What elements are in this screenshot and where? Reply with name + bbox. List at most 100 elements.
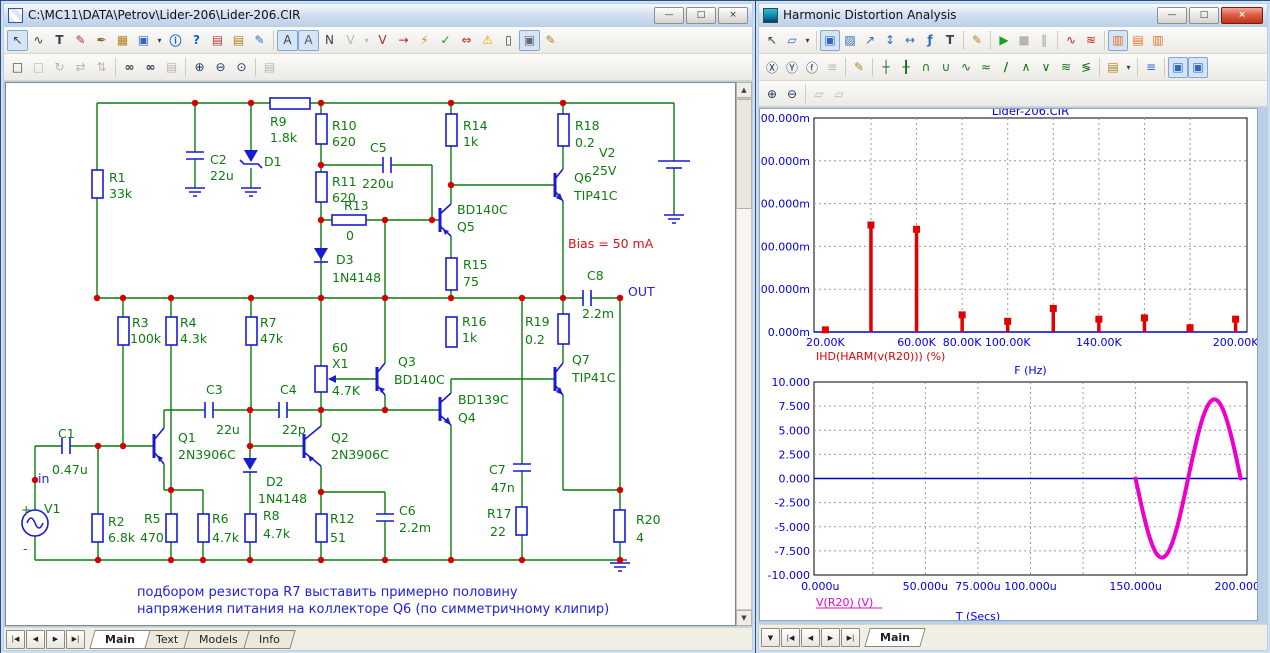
valley-icon[interactable]: ∪: [936, 57, 956, 78]
vertical-tag-mode-icon[interactable]: ↕: [880, 30, 900, 51]
scroll-up-button[interactable]: ▲: [736, 82, 752, 98]
animate-ramp-icon[interactable]: ∿: [1061, 30, 1081, 51]
rotate-icon[interactable]: ↻: [49, 57, 70, 78]
flag-mode-icon[interactable]: ✒: [91, 30, 112, 51]
zoom-out-icon[interactable]: ⊖: [210, 57, 231, 78]
restore-button[interactable]: □: [686, 6, 716, 24]
next-page-button[interactable]: ▶: [46, 629, 65, 649]
zoom-out-icon[interactable]: ⊖: [782, 83, 802, 104]
analysis-limits-icon[interactable]: ✎: [849, 57, 869, 78]
find-icon[interactable]: ∞: [119, 57, 140, 78]
run-button-icon[interactable]: ▶: [994, 30, 1014, 51]
data-points-toggle-icon[interactable]: ▥: [1108, 29, 1128, 51]
plot-area[interactable]: Lider-206.CIR 500.000m 400.000m 300.000m 200…: [754, 104, 1267, 623]
text-mode-icon[interactable]: T: [940, 30, 960, 51]
find-next-icon[interactable]: ∞: [140, 57, 161, 78]
page-dropdown-button[interactable]: ▼: [761, 628, 780, 647]
wire-mode-icon[interactable]: ∿: [28, 30, 49, 51]
tile-windows-icon[interactable]: ▱: [829, 83, 849, 104]
smooth-icon[interactable]: ≈: [976, 57, 996, 78]
same-scales-icon[interactable]: ≡: [822, 57, 842, 78]
y-axis-settings-icon[interactable]: Ⓨ: [782, 57, 802, 78]
sheet-tab[interactable]: Main: [89, 629, 151, 649]
goto-flag-icon[interactable]: ▤: [161, 57, 182, 78]
local-min-icon[interactable]: ∨: [1036, 57, 1056, 78]
pause-button-icon[interactable]: ‖: [1034, 30, 1054, 51]
shape-select-icon[interactable]: □: [28, 57, 49, 78]
token-toggle-icon[interactable]: ▤: [1128, 30, 1148, 51]
zoom-in-icon[interactable]: ⊕: [762, 83, 782, 104]
select-area-icon[interactable]: □: [7, 57, 28, 78]
shapes-dropdown-icon[interactable]: ▾: [802, 30, 813, 51]
plot-tab[interactable]: Main: [864, 628, 926, 647]
text-mode-icon[interactable]: T: [49, 30, 70, 51]
last-page-button[interactable]: ▶|: [841, 628, 860, 647]
animate-wait-icon[interactable]: ≋: [1081, 30, 1101, 51]
schematic-canvas[interactable]: R1 33k C2 22u D1 R9 1.8k R10 620 C5 220u R11 620 R13 0…: [5, 82, 736, 626]
condition-toggle-icon[interactable]: ✓: [435, 30, 456, 51]
prev-page-button[interactable]: ◀: [26, 629, 45, 649]
minimize-button[interactable]: —: [1157, 6, 1187, 24]
analysis-window-titlebar[interactable]: Harmonic Distortion Analysis — □ ×: [759, 4, 1267, 26]
cursor-mode-icon[interactable]: ▨: [840, 30, 860, 51]
align-cursors-toggle-icon[interactable]: ▣: [1168, 56, 1188, 78]
graphics-mode-icon[interactable]: ✎: [70, 30, 91, 51]
region-enable-mode-icon[interactable]: ▤: [228, 30, 249, 51]
flip-horizontal-icon[interactable]: ⇄: [70, 57, 91, 78]
zoom-in-icon[interactable]: ⊕: [189, 57, 210, 78]
info-mode-icon[interactable]: ⓘ: [165, 30, 186, 51]
node-numbers-toggle-icon[interactable]: N: [319, 30, 340, 51]
sheet-toggle-icon[interactable]: ▯: [498, 30, 519, 51]
schematic-window-titlebar[interactable]: C:\MC11\DATA\Petrov\Lider-206\Lider-206.…: [4, 4, 752, 26]
track-cursors-toggle-icon[interactable]: ▣: [1188, 56, 1208, 78]
peak-icon[interactable]: ∩: [916, 57, 936, 78]
ruler-toggle-icon[interactable]: ▥: [1148, 30, 1168, 51]
cascade-windows-icon[interactable]: ▱: [809, 83, 829, 104]
attribute-warning-toggle-icon[interactable]: ⚠: [477, 30, 498, 51]
performance-tag-mode-icon[interactable]: ƒ: [920, 30, 940, 51]
stop-button-icon[interactable]: ■: [1014, 30, 1034, 51]
overlay-icon[interactable]: ≶: [1076, 57, 1096, 78]
fx-settings-icon[interactable]: ⓕ: [802, 57, 822, 78]
properties-icon[interactable]: ✎: [540, 30, 561, 51]
attribute-text-toggle-icon[interactable]: A: [277, 29, 298, 51]
crosshair-select-toggle-icon[interactable]: ▣: [519, 29, 540, 51]
scroll-down-button[interactable]: ▼: [736, 610, 752, 626]
envelope-icon[interactable]: ≋: [1056, 57, 1076, 78]
local-max-icon[interactable]: ∧: [1016, 57, 1036, 78]
point-tag-mode-icon[interactable]: ↗: [860, 30, 880, 51]
shapes-tool-icon[interactable]: ▱: [782, 30, 802, 51]
minimize-button[interactable]: —: [654, 6, 684, 24]
zoom-percent-icon[interactable]: ⊙: [231, 57, 252, 78]
copy-image-icon[interactable]: ▤: [259, 57, 280, 78]
sheet-tab[interactable]: Info: [243, 629, 296, 649]
find-component-icon[interactable]: ▣: [133, 30, 154, 51]
close-button[interactable]: ×: [1221, 6, 1263, 24]
restore-button[interactable]: □: [1189, 6, 1219, 24]
waveform-icon[interactable]: ∿: [956, 57, 976, 78]
flip-vertical-icon[interactable]: ⇅: [91, 57, 112, 78]
help-on-part-icon[interactable]: ✎: [249, 30, 270, 51]
scale-mode-icon[interactable]: ▣: [820, 29, 840, 51]
prev-page-button[interactable]: ◀: [801, 628, 820, 647]
horizontal-tag-mode-icon[interactable]: ↔: [900, 30, 920, 51]
vertical-scroll-thumb[interactable]: [736, 99, 752, 209]
close-button[interactable]: ×: [718, 6, 748, 24]
clipboard-dropdown-icon[interactable]: ▾: [1123, 57, 1134, 78]
cursor-horizontal-icon[interactable]: ┼: [876, 57, 896, 78]
power-toggle-icon[interactable]: ⚡: [414, 30, 435, 51]
properties-icon[interactable]: ✎: [967, 30, 987, 51]
node-voltages-dropdown-icon[interactable]: ▾: [361, 30, 372, 51]
cursor-vertical-icon[interactable]: ╂: [896, 57, 916, 78]
first-page-button[interactable]: |◀: [781, 628, 800, 647]
component-bus-icon[interactable]: ▦: [112, 30, 133, 51]
slope-icon[interactable]: /: [996, 57, 1016, 78]
next-page-button[interactable]: ▶: [821, 628, 840, 647]
grid-text-toggle-icon[interactable]: A: [298, 29, 319, 51]
clipboard-icon[interactable]: ▤: [1103, 57, 1123, 78]
find-component-dropdown-icon[interactable]: ▾: [154, 30, 165, 51]
current-arrow-toggle-icon[interactable]: →: [393, 30, 414, 51]
pin-connections-toggle-icon[interactable]: ⇔: [456, 30, 477, 51]
x-axis-settings-icon[interactable]: Ⓧ: [762, 57, 782, 78]
select-tool-icon[interactable]: ↖: [762, 30, 782, 51]
